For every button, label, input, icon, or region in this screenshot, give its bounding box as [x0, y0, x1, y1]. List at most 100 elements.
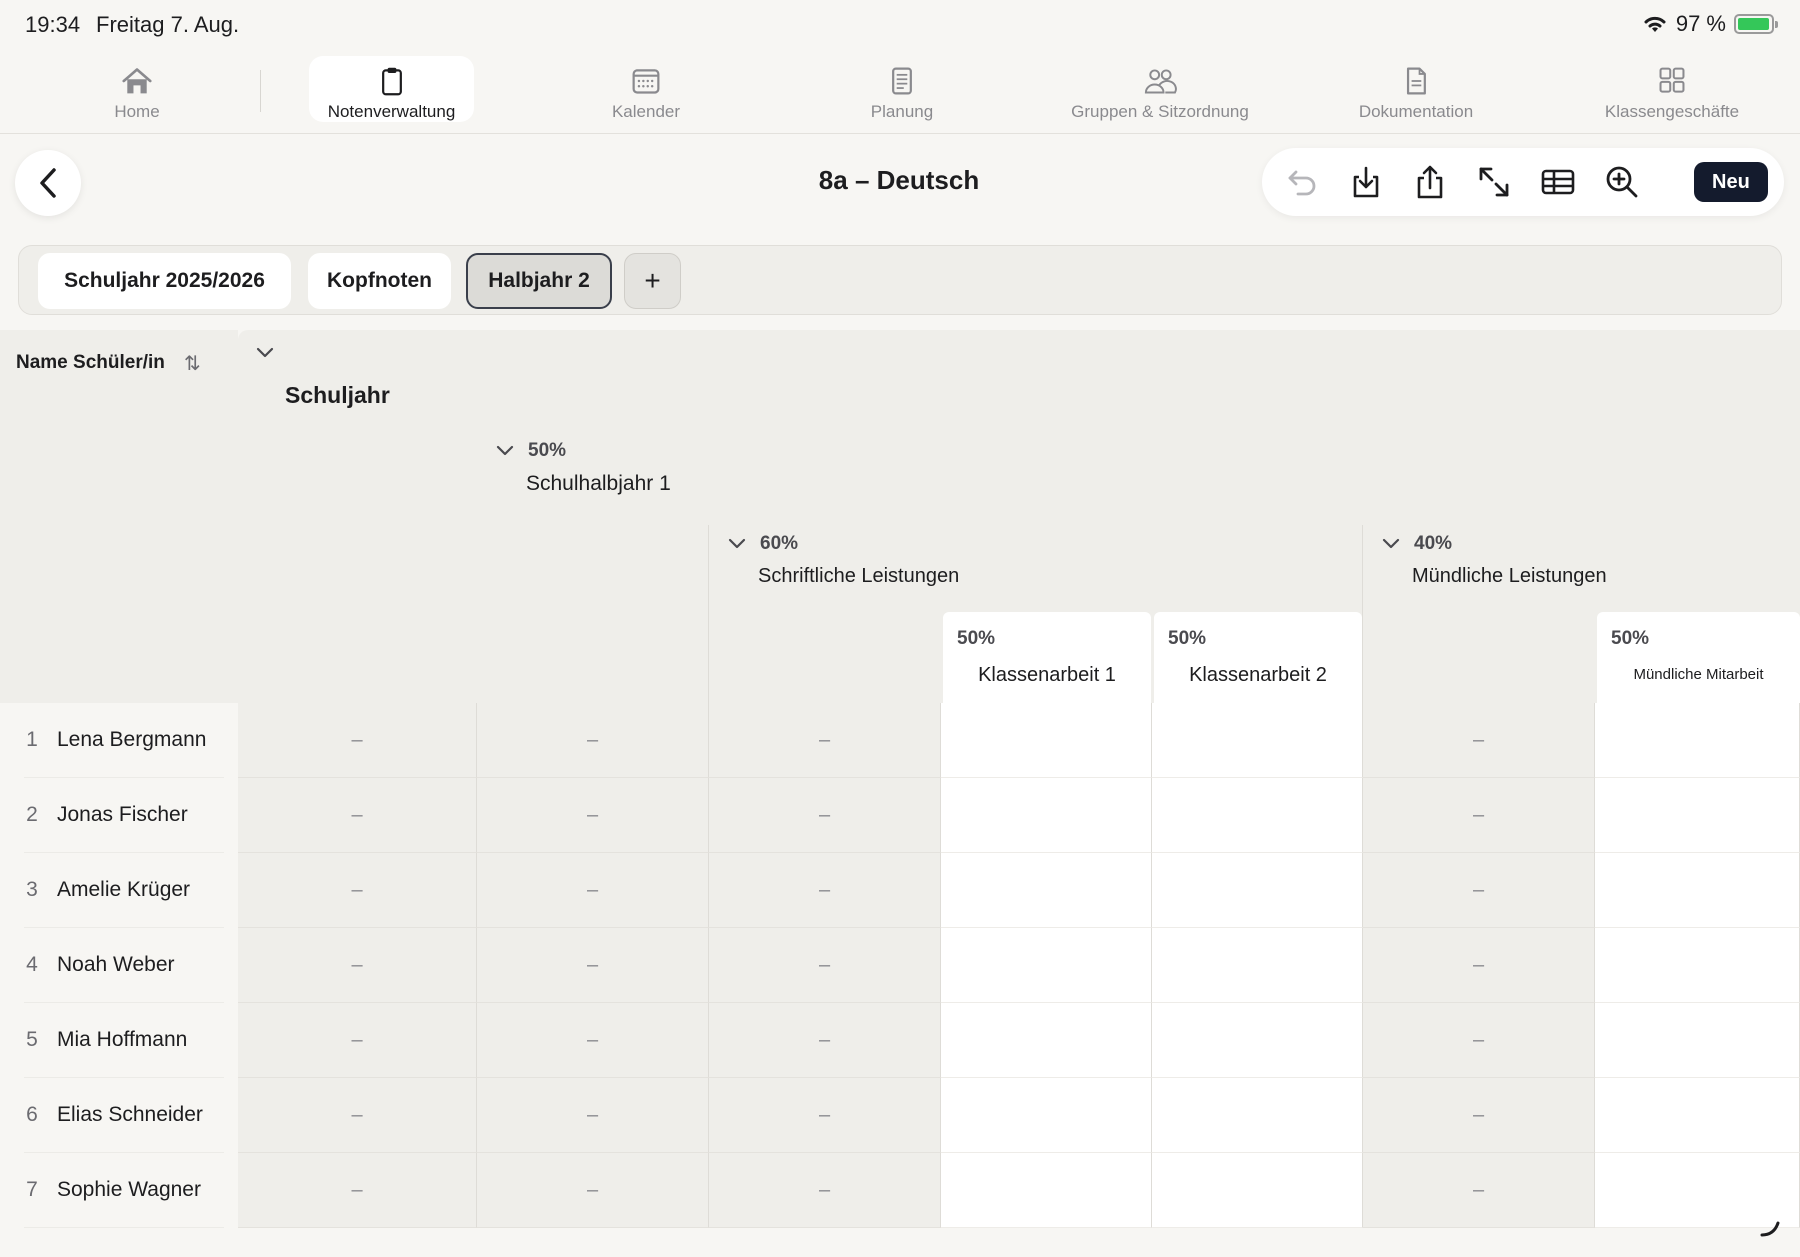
grade-input-cell[interactable] — [1152, 1078, 1363, 1153]
ka1-title: Klassenarbeit 1 — [978, 664, 1116, 686]
back-button[interactable] — [15, 150, 81, 216]
grade-summary-cell[interactable]: – — [477, 1003, 709, 1078]
grade-input-cell[interactable] — [1595, 928, 1800, 1003]
table-row[interactable]: 5 Mia Hoffmann – – – – — [0, 1003, 1800, 1078]
grade-summary-cell[interactable]: – — [477, 778, 709, 853]
download-button[interactable] — [1340, 156, 1392, 208]
grade-summary-cell[interactable]: – — [709, 1153, 941, 1228]
student-name[interactable]: Elias Schneider — [57, 1103, 203, 1127]
zoom-button[interactable] — [1596, 156, 1648, 208]
chevron-down-icon[interactable] — [728, 538, 746, 550]
grade-summary-cell[interactable]: – — [1363, 853, 1595, 928]
table-view-button[interactable] — [1532, 156, 1584, 208]
nav-home[interactable]: Home — [92, 56, 182, 122]
resize-handle-icon[interactable] — [1758, 1215, 1782, 1239]
header-klassenarbeit-2[interactable]: 50% Klassenarbeit 2 — [1154, 612, 1362, 703]
tab-halbjahr-2[interactable]: Halbjahr 2 — [466, 253, 612, 309]
nav-klassengeschaefte[interactable]: Klassengeschäfte — [1592, 56, 1752, 122]
student-name[interactable]: Mia Hoffmann — [57, 1028, 187, 1052]
grade-summary-cell[interactable]: – — [477, 853, 709, 928]
chevron-down-icon[interactable] — [496, 445, 514, 457]
grade-input-cell[interactable] — [1152, 928, 1363, 1003]
grade-summary-cell[interactable]: – — [709, 1003, 941, 1078]
tab-schuljahr[interactable]: Schuljahr 2025/2026 — [38, 253, 291, 309]
grade-summary-cell[interactable]: – — [709, 928, 941, 1003]
column-divider — [708, 525, 709, 703]
grade-input-cell[interactable] — [1152, 703, 1363, 778]
document-icon — [1406, 67, 1426, 95]
share-button[interactable] — [1404, 156, 1456, 208]
new-button[interactable]: Neu — [1694, 162, 1768, 202]
grade-input-cell[interactable] — [941, 1003, 1152, 1078]
grade-summary-cell[interactable]: – — [1363, 1003, 1595, 1078]
grade-input-cell[interactable] — [1595, 1078, 1800, 1153]
grade-summary-cell[interactable]: – — [477, 928, 709, 1003]
chevron-down-icon[interactable] — [1382, 538, 1400, 550]
grade-summary-cell[interactable]: – — [238, 1003, 477, 1078]
header-klassenarbeit-1[interactable]: 50% Klassenarbeit 1 — [943, 612, 1151, 703]
student-name[interactable]: Jonas Fischer — [57, 803, 188, 827]
calendar-icon — [632, 69, 660, 94]
grade-input-cell[interactable] — [941, 778, 1152, 853]
nav-planung[interactable]: Planung — [852, 56, 952, 122]
table-row[interactable]: 3 Amelie Krüger – – – – — [0, 853, 1800, 928]
grade-summary-cell[interactable]: – — [709, 853, 941, 928]
header-schuljahr[interactable] — [256, 346, 274, 364]
table-row[interactable]: 6 Elias Schneider – – – – — [0, 1078, 1800, 1153]
expand-button[interactable] — [1468, 156, 1520, 208]
student-name[interactable]: Lena Bergmann — [57, 728, 206, 752]
grade-summary-cell[interactable]: – — [1363, 703, 1595, 778]
chevron-down-icon[interactable] — [256, 347, 274, 359]
grade-summary-cell[interactable]: – — [1363, 1078, 1595, 1153]
grade-summary-cell[interactable]: – — [238, 778, 477, 853]
header-muendlich[interactable]: 40% Mündliche Leistungen — [1382, 533, 1607, 588]
grade-summary-cell[interactable]: – — [238, 853, 477, 928]
grade-input-cell[interactable] — [1595, 778, 1800, 853]
grade-input-cell[interactable] — [941, 928, 1152, 1003]
student-name[interactable]: Sophie Wagner — [57, 1178, 201, 1202]
grade-summary-cell[interactable]: – — [238, 1078, 477, 1153]
grade-summary-cell[interactable]: – — [238, 1153, 477, 1228]
table-row[interactable]: 2 Jonas Fischer – – – – — [0, 778, 1800, 853]
grade-input-cell[interactable] — [1595, 853, 1800, 928]
grade-input-cell[interactable] — [1595, 703, 1800, 778]
battery-icon — [1734, 14, 1778, 34]
nav-gruppen[interactable]: Gruppen & Sitzordnung — [1060, 56, 1260, 122]
grade-input-cell[interactable] — [941, 1153, 1152, 1228]
grade-summary-cell[interactable]: – — [1363, 778, 1595, 853]
grade-input-cell[interactable] — [941, 703, 1152, 778]
grade-input-cell[interactable] — [1152, 1003, 1363, 1078]
undo-button[interactable] — [1276, 156, 1328, 208]
table-row[interactable]: 1 Lena Bergmann – – – – — [0, 703, 1800, 778]
header-muendliche-mitarbeit[interactable]: 50% Mündliche Mitarbeit — [1597, 612, 1800, 703]
header-schriftlich[interactable]: 60% Schriftliche Leistungen — [728, 533, 959, 588]
student-name[interactable]: Amelie Krüger — [57, 878, 190, 902]
grade-input-cell[interactable] — [941, 1078, 1152, 1153]
grade-summary-cell[interactable]: – — [238, 928, 477, 1003]
grade-summary-cell[interactable]: – — [477, 1078, 709, 1153]
sort-icon[interactable]: ⇅ — [184, 351, 201, 376]
grade-input-cell[interactable] — [1152, 853, 1363, 928]
grade-input-cell[interactable] — [1152, 778, 1363, 853]
name-header-label: Name Schüler/in — [16, 352, 165, 373]
student-name[interactable]: Noah Weber — [57, 953, 175, 977]
nav-kalender[interactable]: Kalender — [596, 56, 696, 122]
table-row[interactable]: 4 Noah Weber – – – – — [0, 928, 1800, 1003]
grade-summary-cell[interactable]: – — [477, 1153, 709, 1228]
add-period-button[interactable]: + — [624, 253, 681, 309]
grade-input-cell[interactable] — [1595, 1003, 1800, 1078]
grade-summary-cell[interactable]: – — [477, 703, 709, 778]
grade-summary-cell[interactable]: – — [1363, 1153, 1595, 1228]
grade-summary-cell[interactable]: – — [238, 703, 477, 778]
grade-input-cell[interactable] — [941, 853, 1152, 928]
grade-summary-cell[interactable]: – — [709, 1078, 941, 1153]
grade-summary-cell[interactable]: – — [709, 778, 941, 853]
nav-notenverwaltung[interactable]: Notenverwaltung — [309, 56, 474, 122]
tab-kopfnoten[interactable]: Kopfnoten — [308, 253, 451, 309]
nav-dokumentation[interactable]: Dokumentation — [1346, 56, 1486, 122]
grade-summary-cell[interactable]: – — [1363, 928, 1595, 1003]
header-halbjahr1[interactable]: 50% Schulhalbjahr 1 — [496, 440, 671, 496]
table-row[interactable]: 7 Sophie Wagner – – – – — [0, 1153, 1800, 1228]
grade-input-cell[interactable] — [1152, 1153, 1363, 1228]
grade-summary-cell[interactable]: – — [709, 703, 941, 778]
